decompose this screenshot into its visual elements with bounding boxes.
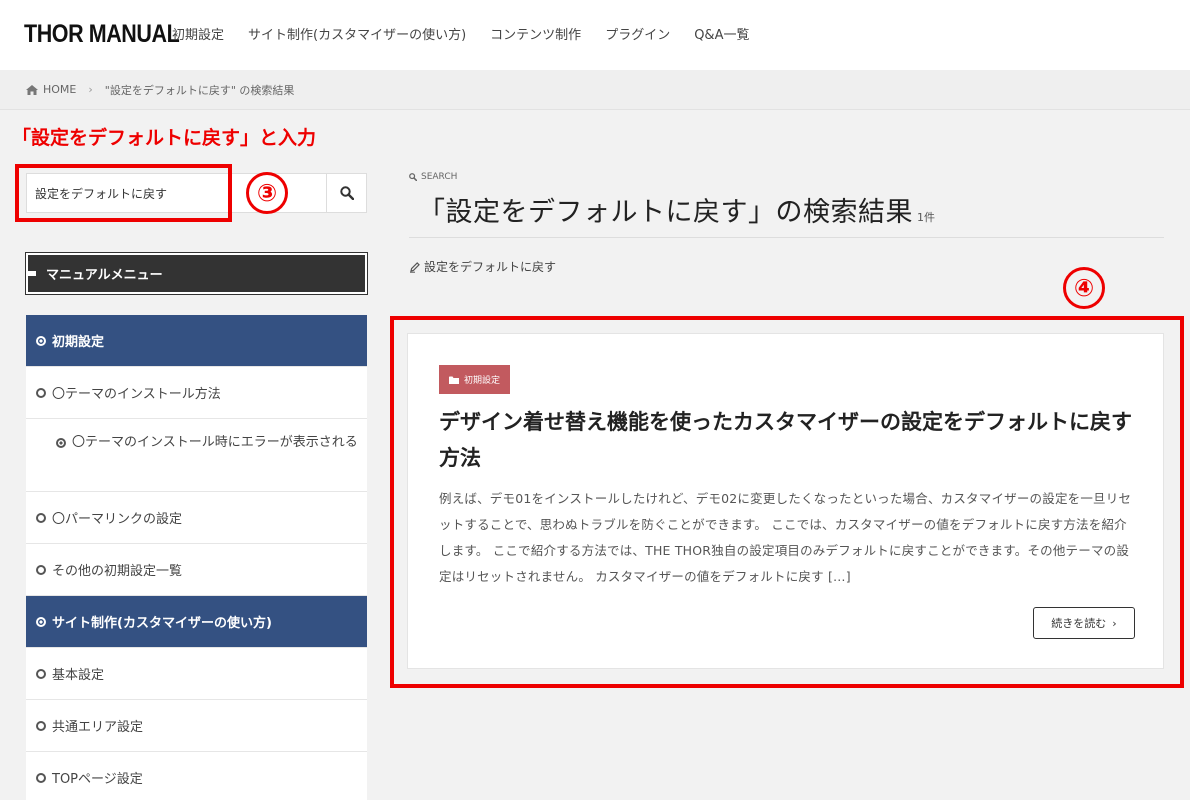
search-label-text: SEARCH — [421, 172, 458, 182]
annotation-step-3: ③ — [246, 172, 288, 214]
circle-dot-icon — [56, 438, 66, 448]
sidebar-item-install-error[interactable]: 〇テーマのインストール時にエラーが表示される — [26, 419, 367, 492]
chevron-right-icon: › — [88, 83, 93, 96]
breadcrumb: HOME › "設定をデフォルトに戻す" の検索結果 — [0, 70, 1190, 110]
search-label: SEARCH — [409, 172, 457, 182]
search-icon — [409, 173, 417, 181]
main-nav: 初期設定 サイト制作(カスタマイザーの使い方) コンテンツ制作 プラグイン Q&… — [172, 24, 749, 43]
sidebar-item-label: 〇パーマリンクの設定 — [52, 512, 183, 527]
search-keyword: 設定をデフォルトに戻す — [409, 258, 556, 275]
search-button[interactable] — [326, 174, 366, 212]
sidebar-item-label: 基本設定 — [52, 668, 105, 683]
sidebar-item-label: 共通エリア設定 — [52, 720, 144, 735]
circle-icon — [36, 512, 46, 523]
circle-icon — [36, 720, 46, 731]
circle-icon — [36, 387, 46, 398]
site-logo[interactable]: THOR MANUAL — [24, 20, 180, 49]
search-icon — [339, 186, 354, 200]
sidebar-item-label: 〇テーマのインストール時にエラーが表示される — [72, 435, 358, 450]
sidebar-item-site-production[interactable]: サイト制作(カスタマイザーの使い方) — [26, 596, 367, 648]
sidebar-item-common-area[interactable]: 共通エリア設定 — [26, 700, 367, 752]
nav-item-content-production[interactable]: コンテンツ制作 — [490, 24, 581, 43]
circle-dot-icon — [36, 335, 46, 346]
sidebar-item-initial-settings[interactable]: 初期設定 — [26, 315, 367, 367]
sidebar-item-label: TOPページ設定 — [52, 772, 143, 787]
nav-item-site-production[interactable]: サイト制作(カスタマイザーの使い方) — [248, 24, 466, 43]
nav-item-qa[interactable]: Q&A一覧 — [694, 24, 749, 43]
search-keyword-text[interactable]: 設定をデフォルトに戻す — [424, 258, 556, 275]
sidebar-item-basic-settings[interactable]: 基本設定 — [26, 648, 367, 700]
sidebar-item-theme-install[interactable]: 〇テーマのインストール方法 — [26, 367, 367, 419]
circle-icon — [36, 772, 46, 783]
sidebar-item-label: サイト制作(カスタマイザーの使い方) — [52, 616, 272, 631]
circle-dot-icon — [36, 616, 46, 627]
sidebar-item-label: 〇テーマのインストール方法 — [52, 387, 221, 402]
circle-icon — [36, 564, 46, 575]
annotation-highlight-search — [15, 164, 232, 222]
breadcrumb-current: "設定をデフォルトに戻す" の検索結果 — [104, 83, 295, 97]
breadcrumb-home[interactable]: HOME — [43, 83, 76, 96]
menu-title: マニュアルメニュー — [25, 252, 368, 295]
sidebar-item-top-page[interactable]: TOPページ設定 — [26, 752, 367, 800]
nav-item-plugins[interactable]: プラグイン — [605, 24, 670, 43]
sidebar-item-permalink[interactable]: 〇パーマリンクの設定 — [26, 492, 367, 544]
annotation-highlight-result — [390, 316, 1184, 688]
home-icon — [26, 84, 38, 95]
annotation-label: 「設定をデフォルトに戻す」と入力 — [12, 127, 317, 149]
divider — [409, 237, 1164, 238]
page-title-text: 「設定をデフォルトに戻す」の検索結果 — [418, 197, 913, 228]
page-title: 「設定をデフォルトに戻す」の検索結果 1件 — [418, 190, 935, 229]
sidebar-menu: 初期設定 〇テーマのインストール方法 〇テーマのインストール時にエラーが表示され… — [26, 315, 367, 800]
nav-item-initial-settings[interactable]: 初期設定 — [172, 24, 224, 43]
result-count: 1件 — [917, 211, 935, 224]
circle-icon — [36, 668, 46, 679]
annotation-step-4: ④ — [1063, 267, 1105, 309]
site-header: THOR MANUAL 初期設定 サイト制作(カスタマイザーの使い方) コンテン… — [0, 0, 1190, 70]
sidebar-item-other-settings[interactable]: その他の初期設定一覧 — [26, 544, 367, 596]
sidebar-item-label: その他の初期設定一覧 — [52, 564, 183, 579]
pencil-icon — [410, 261, 420, 273]
sidebar-item-label: 初期設定 — [52, 335, 105, 350]
